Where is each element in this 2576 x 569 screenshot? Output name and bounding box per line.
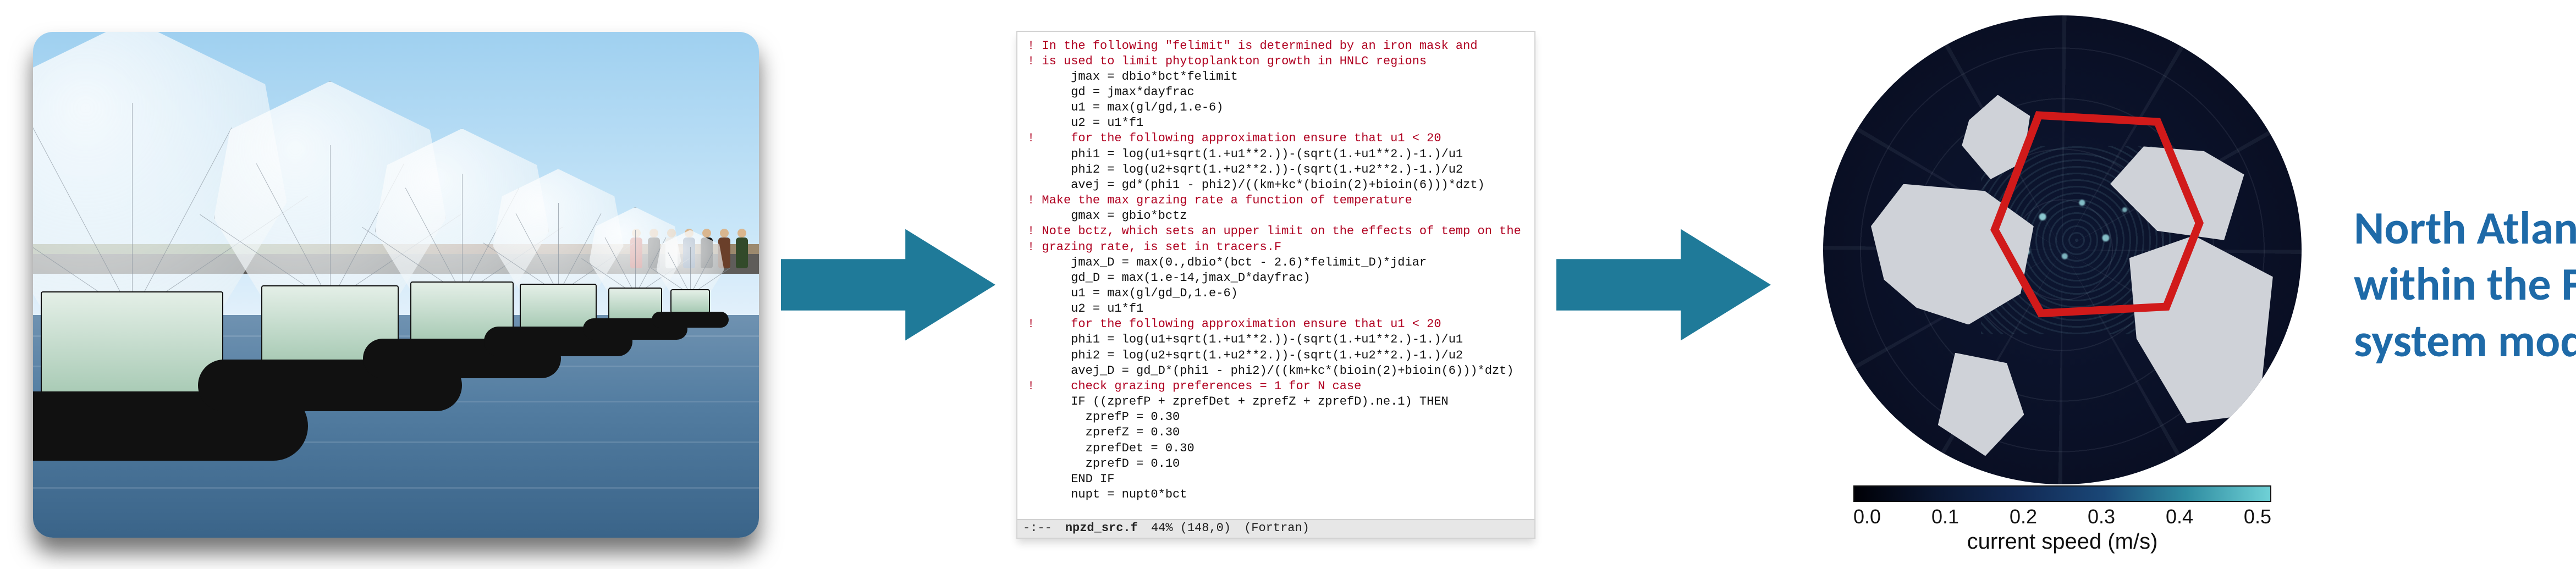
code-line: zprefDet = 0.30 bbox=[1027, 441, 1524, 456]
code-line: ! Make the max grazing rate a function o… bbox=[1027, 193, 1524, 208]
colorbar-tick: 0.4 bbox=[2166, 505, 2193, 528]
colorbar-label: current speed (m/s) bbox=[1967, 529, 2158, 554]
code-line: ! is used to limit phytoplankton growth … bbox=[1027, 54, 1524, 69]
code-line: IF ((zprefP + zprefDet + zprefZ + zprefD… bbox=[1027, 394, 1524, 410]
code-line: phi1 = log(u1+sqrt(1.+u1**2.))-(sqrt(1.+… bbox=[1027, 332, 1524, 347]
colorbar: 0.0 0.1 0.2 0.3 0.4 0.5 current speed (m/s) bbox=[1820, 485, 2304, 554]
figure-caption: North Atlantic nest within the FOCI Eart… bbox=[2354, 200, 2576, 369]
code-line: zprefP = 0.30 bbox=[1027, 410, 1524, 425]
editor-filename: npzd_src.f bbox=[1065, 521, 1138, 536]
code-line: zprefZ = 0.30 bbox=[1027, 425, 1524, 440]
arrow-right-icon bbox=[1556, 213, 1771, 356]
code-line: avej = gd*(phi1 - phi2)/((km+kc*(bioin(2… bbox=[1027, 178, 1524, 193]
code-line: ! Note bctz, which sets an upper limit o… bbox=[1027, 224, 1524, 239]
editor-language: (Fortran) bbox=[1244, 521, 1309, 536]
code-line: u2 = u1*f1 bbox=[1027, 301, 1524, 317]
code-line: gd_D = max(1.e-14,jmax_D*dayfrac) bbox=[1027, 270, 1524, 286]
editor-mode: -:-- bbox=[1023, 521, 1052, 536]
editor-statusbar: -:-- npzd_src.f 44% (148,0) (Fortran) bbox=[1017, 519, 1534, 538]
colorbar-tick: 0.0 bbox=[1853, 505, 1881, 528]
code-line: zprefD = 0.10 bbox=[1027, 456, 1524, 472]
source-code-panel: ! In the following "felimit" is determin… bbox=[1017, 32, 1534, 538]
colorbar-tick: 0.3 bbox=[2088, 505, 2115, 528]
globe-figure: 0.0 0.1 0.2 0.3 0.4 0.5 current speed (m/s) bbox=[1793, 15, 2332, 554]
globe-map bbox=[1823, 15, 2302, 484]
colorbar-segment bbox=[2021, 487, 2104, 501]
code-line: u1 = max(gl/gd,1.e-6) bbox=[1027, 100, 1524, 115]
source-code-text: ! In the following "felimit" is determin… bbox=[1017, 32, 1534, 525]
code-line: nupt = nupt0*bct bbox=[1027, 487, 1524, 502]
code-line: ! In the following "felimit" is determin… bbox=[1027, 38, 1524, 54]
code-line: u2 = u1*f1 bbox=[1027, 115, 1524, 131]
code-line: phi1 = log(u1+sqrt(1.+u1**2.))-(sqrt(1.+… bbox=[1027, 147, 1524, 162]
code-line: phi2 = log(u2+sqrt(1.+u2**2.))-(sqrt(1.+… bbox=[1027, 348, 1524, 363]
code-line: gd = jmax*dayfrac bbox=[1027, 85, 1524, 100]
code-line: ! for the following approximation ensure… bbox=[1027, 131, 1524, 146]
colorbar-tick: 0.2 bbox=[2010, 505, 2037, 528]
photo-ripple bbox=[33, 487, 759, 489]
colorbar-gradient bbox=[1853, 485, 2271, 502]
code-line: gmax = gbio*bctz bbox=[1027, 208, 1524, 224]
mesocosm-enclosure bbox=[652, 241, 729, 328]
editor-position: 44% (148,0) bbox=[1151, 521, 1231, 536]
code-line: ! for the following approximation ensure… bbox=[1027, 317, 1524, 332]
code-line: avej_D = gd_D*(phi1 - phi2)/((km+kc*(bio… bbox=[1027, 363, 1524, 379]
colorbar-ticks: 0.0 0.1 0.2 0.3 0.4 0.5 bbox=[1853, 505, 2271, 528]
colorbar-segment bbox=[1937, 487, 2021, 501]
code-line: u1 = max(gl/gd_D,1.e-6) bbox=[1027, 286, 1524, 301]
code-line: END IF bbox=[1027, 472, 1524, 487]
mesocosm-photo bbox=[33, 32, 759, 538]
code-line: jmax_D = max(0.,dbio*(bct - 2.6)*felimit… bbox=[1027, 255, 1524, 270]
caption-text: North Atlantic nest within the FOCI Eart… bbox=[2354, 200, 2576, 369]
code-line: phi2 = log(u2+sqrt(1.+u2**2.))-(sqrt(1.+… bbox=[1027, 162, 1524, 178]
colorbar-segment bbox=[2104, 487, 2187, 501]
colorbar-segment bbox=[2187, 487, 2270, 501]
code-line: ! grazing rate, is set in tracers.F bbox=[1027, 240, 1524, 255]
colorbar-tick: 0.5 bbox=[2244, 505, 2271, 528]
code-line: ! check grazing preferences = 1 for N ca… bbox=[1027, 379, 1524, 394]
arrow-right-icon bbox=[781, 213, 995, 356]
colorbar-segment bbox=[1854, 487, 1937, 501]
code-line: jmax = dbio*bct*felimit bbox=[1027, 69, 1524, 85]
colorbar-tick: 0.1 bbox=[1931, 505, 1959, 528]
